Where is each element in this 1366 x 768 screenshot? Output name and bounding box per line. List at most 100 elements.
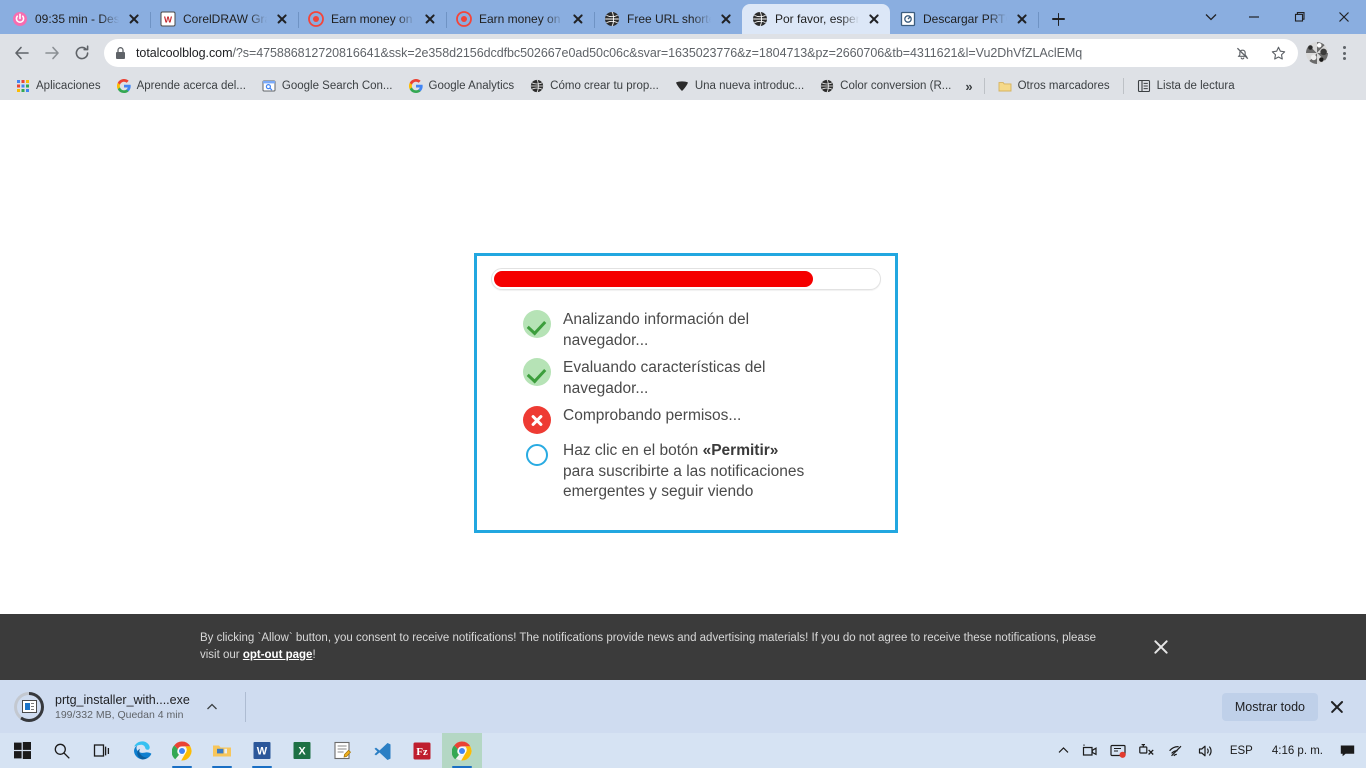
address-bar[interactable]: totalcoolblog.com/?s=475886812720816641&… bbox=[104, 39, 1298, 67]
tab-close-button[interactable] bbox=[126, 11, 142, 27]
browser-tab-2[interactable]: Earn money on sh bbox=[298, 4, 447, 34]
tab-close-button[interactable] bbox=[718, 11, 734, 27]
svg-text:X: X bbox=[298, 746, 306, 758]
bookmarks-overflow-button[interactable]: » bbox=[959, 76, 978, 97]
reading-list-button[interactable]: Lista de lectura bbox=[1129, 76, 1243, 96]
chrome-button[interactable] bbox=[162, 733, 202, 768]
browser-tab-4[interactable]: Free URL shorten bbox=[594, 4, 742, 34]
svg-text:W: W bbox=[164, 15, 173, 25]
search-icon bbox=[53, 742, 71, 760]
bookmark-label: Aplicaciones bbox=[36, 80, 101, 92]
close-window-button[interactable] bbox=[1321, 0, 1366, 34]
empty-circle-icon bbox=[526, 444, 548, 466]
verification-dialog: Analizando información del navegador... … bbox=[474, 253, 898, 533]
network-disconnected-icon[interactable] bbox=[1133, 733, 1162, 768]
browser-tab-0[interactable]: 09:35 min - Desca bbox=[2, 4, 151, 34]
chrome-icon bbox=[172, 740, 192, 761]
search-tabs-button[interactable] bbox=[1191, 0, 1231, 34]
globe-icon bbox=[752, 11, 768, 27]
globe-icon bbox=[530, 79, 544, 93]
opt-out-link[interactable]: opt-out page bbox=[243, 649, 313, 661]
star-icon[interactable] bbox=[1264, 39, 1292, 67]
camera-icon[interactable] bbox=[1076, 733, 1104, 768]
task-view-button[interactable] bbox=[82, 733, 122, 768]
download-file-name: prtg_installer_with....exe bbox=[55, 692, 190, 707]
download-item[interactable]: prtg_installer_with....exe 199/332 MB, Q… bbox=[14, 691, 237, 722]
bookmark-item-3[interactable]: Google Analytics bbox=[401, 76, 523, 96]
chrome-active-button[interactable] bbox=[442, 733, 482, 768]
search-button[interactable] bbox=[42, 733, 82, 768]
tray-overflow-button[interactable] bbox=[1051, 733, 1076, 768]
maximize-button[interactable] bbox=[1276, 0, 1321, 34]
bookmark-label: Color conversion (R... bbox=[840, 80, 952, 92]
filezilla-button[interactable]: Fz bbox=[402, 733, 442, 768]
folder-icon bbox=[212, 741, 232, 761]
notification-icon[interactable] bbox=[1333, 733, 1362, 768]
excel-button[interactable]: X bbox=[282, 733, 322, 768]
close-icon[interactable] bbox=[1150, 636, 1172, 658]
notepad-button[interactable] bbox=[322, 733, 362, 768]
edge-icon bbox=[132, 740, 153, 761]
edge-button[interactable] bbox=[122, 733, 162, 768]
clock[interactable]: 4:16 p. m. bbox=[1262, 745, 1333, 757]
installer-file-icon bbox=[21, 700, 37, 713]
bookmark-item-2[interactable]: Google Search Con... bbox=[254, 76, 401, 96]
back-button[interactable] bbox=[8, 39, 36, 67]
tab-title: Free URL shorten bbox=[627, 12, 711, 26]
reload-button[interactable] bbox=[68, 39, 96, 67]
browser-tab-5-active[interactable]: Por favor, espera bbox=[742, 4, 890, 34]
file-explorer-button[interactable] bbox=[202, 733, 242, 768]
bookmark-item-5[interactable]: Una nueva introduc... bbox=[667, 76, 812, 96]
volume-icon[interactable] bbox=[1192, 733, 1221, 768]
google-g-icon bbox=[116, 79, 131, 93]
pink-power-icon bbox=[12, 11, 28, 27]
bookmark-item-apps[interactable]: Aplicaciones bbox=[8, 76, 109, 96]
avatar[interactable] bbox=[1306, 42, 1328, 64]
screencast-recording-icon[interactable] bbox=[1104, 733, 1133, 768]
download-file-status: 199/332 MB, Quedan 4 min bbox=[55, 708, 184, 721]
bookmarks-bar: Aplicaciones Aprende acerca del... Googl… bbox=[0, 72, 1366, 100]
tab-strip: 09:35 min - Desca W CorelDRAW Grap Earn … bbox=[0, 0, 1366, 34]
tab-title: Por favor, espera bbox=[775, 12, 859, 26]
tab-close-button[interactable] bbox=[1014, 11, 1030, 27]
forward-button[interactable] bbox=[38, 39, 66, 67]
bookmark-item-1[interactable]: Aprende acerca del... bbox=[109, 76, 254, 96]
tab-close-button[interactable] bbox=[274, 11, 290, 27]
browser-tab-1[interactable]: W CorelDRAW Grap bbox=[150, 4, 299, 34]
bookmark-item-4[interactable]: Cómo crear tu prop... bbox=[522, 76, 667, 96]
filezilla-icon: Fz bbox=[413, 742, 431, 760]
chevron-up-icon bbox=[1057, 744, 1070, 757]
browser-toolbar: totalcoolblog.com/?s=475886812720816641&… bbox=[0, 34, 1366, 72]
start-button[interactable] bbox=[2, 733, 42, 768]
word-button[interactable]: W bbox=[242, 733, 282, 768]
tab-close-button[interactable] bbox=[570, 11, 586, 27]
kebab-menu-icon[interactable] bbox=[1330, 39, 1358, 67]
task-view-icon bbox=[93, 742, 111, 760]
new-tab-button[interactable] bbox=[1044, 5, 1072, 33]
tab-close-button[interactable] bbox=[866, 11, 882, 27]
minimize-button[interactable] bbox=[1231, 0, 1276, 34]
vscode-button[interactable] bbox=[362, 733, 402, 768]
browser-tab-6[interactable]: Descargar PRTG - bbox=[890, 4, 1039, 34]
tab-close-button[interactable] bbox=[422, 11, 438, 27]
bookmark-item-6[interactable]: Color conversion (R... bbox=[812, 76, 959, 96]
prtg-icon bbox=[900, 11, 916, 27]
download-shelf: prtg_installer_with....exe 199/332 MB, Q… bbox=[0, 680, 1366, 733]
other-bookmarks-button[interactable]: Otros marcadores bbox=[990, 76, 1118, 96]
consent-text-after: ! bbox=[312, 649, 316, 661]
reading-list-label: Lista de lectura bbox=[1156, 80, 1235, 92]
lock-icon bbox=[114, 46, 128, 60]
language-indicator[interactable]: ESP bbox=[1221, 745, 1262, 757]
browser-tab-3[interactable]: Earn money on sh bbox=[446, 4, 595, 34]
close-shelf-button[interactable] bbox=[1326, 696, 1348, 718]
bell-off-icon[interactable] bbox=[1228, 39, 1256, 67]
list-item: Comprobando permisos... bbox=[523, 404, 877, 434]
word-icon: W bbox=[253, 741, 271, 760]
wifi-icon[interactable] bbox=[1162, 733, 1192, 768]
show-all-downloads-button[interactable]: Mostrar todo bbox=[1221, 692, 1318, 721]
chevron-up-icon[interactable] bbox=[201, 696, 223, 718]
url-host: totalcoolblog.com bbox=[136, 46, 233, 60]
step-label-instruction: Haz clic en el botón «Permitir» para sus… bbox=[563, 439, 813, 503]
tab-title: CorelDRAW Grap bbox=[183, 12, 267, 26]
system-tray: ESP 4:16 p. m. bbox=[1051, 733, 1364, 768]
